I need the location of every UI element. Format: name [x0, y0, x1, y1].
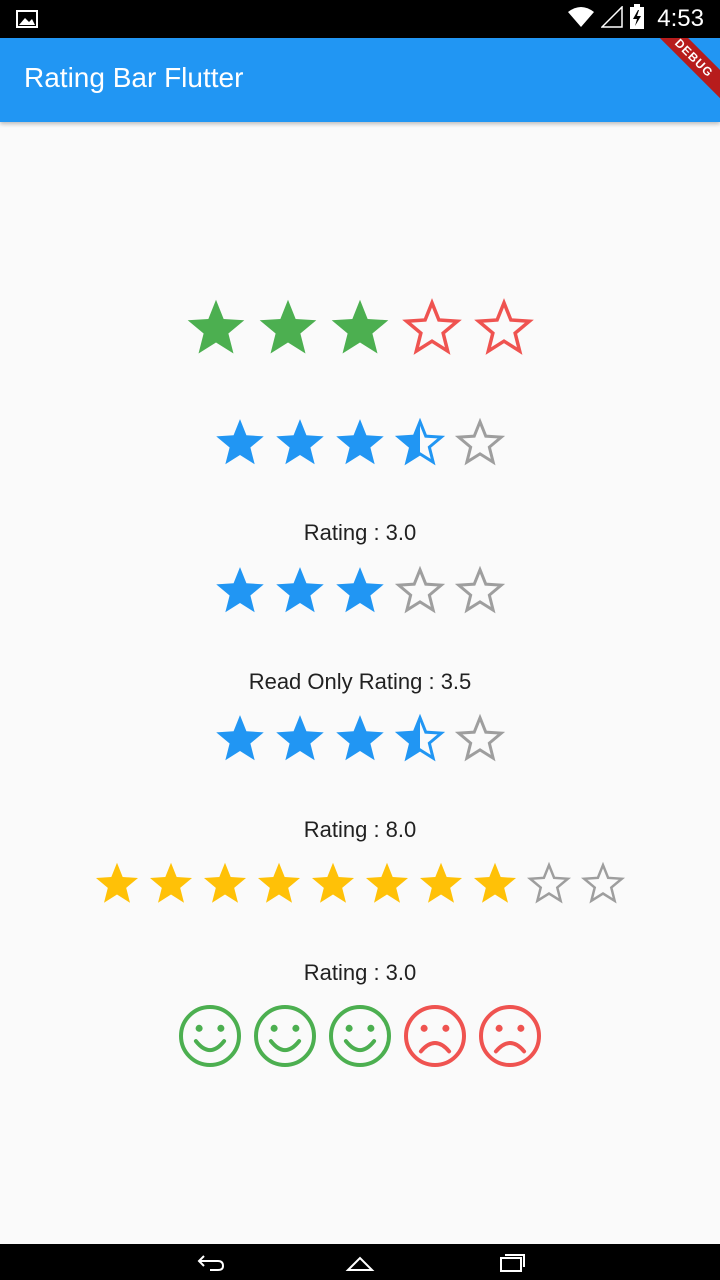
rating-bar-2[interactable]	[0, 416, 720, 468]
star-filled-icon[interactable]	[204, 862, 246, 903]
smiley-happy-icon[interactable]	[179, 1005, 241, 1067]
star-outline-icon[interactable]	[454, 417, 506, 466]
rating-4-svg	[216, 713, 506, 762]
star-filled-icon[interactable]	[474, 862, 516, 903]
navigation-bar	[0, 1244, 720, 1280]
app-bar: Rating Bar Flutter DEBUG	[0, 38, 720, 122]
star-filled-icon[interactable]	[336, 419, 384, 465]
star-outline-icon[interactable]	[526, 861, 572, 904]
rating-label-5: Rating : 8.0	[303, 817, 417, 842]
rating-bar-5[interactable]	[0, 860, 720, 906]
rating-3-svg	[216, 565, 506, 614]
star-filled-icon[interactable]	[366, 862, 408, 903]
star-filled-icon[interactable]	[331, 299, 389, 354]
star-half-icon	[394, 713, 446, 762]
home-icon[interactable]	[345, 1250, 375, 1274]
content: Rating : 3.0 Read Only Rating : 3.5 Rati…	[0, 122, 720, 1244]
status-bar: 4:53	[0, 0, 720, 38]
back-icon[interactable]	[196, 1250, 226, 1274]
rating-bar-3[interactable]	[0, 564, 720, 616]
smiley-happy-icon[interactable]	[254, 1005, 316, 1067]
star-filled-icon[interactable]	[216, 419, 264, 465]
star-outline-icon[interactable]	[454, 565, 506, 614]
star-filled-icon[interactable]	[216, 567, 264, 613]
star-filled-icon[interactable]	[259, 299, 317, 354]
star-filled-icon[interactable]	[258, 862, 300, 903]
page-title: Rating Bar Flutter	[24, 62, 244, 93]
rating-label-4: Read Only Rating : 3.5	[248, 669, 472, 694]
debug-banner: DEBUG	[644, 38, 720, 108]
smiley-sad-icon[interactable]	[479, 1005, 541, 1067]
rating-1-svg	[187, 298, 534, 355]
star-filled-icon[interactable]	[276, 567, 324, 613]
signal-icon	[600, 5, 624, 32]
star-filled-icon[interactable]	[276, 419, 324, 465]
image-icon	[16, 8, 38, 30]
rating-6-svg	[179, 1005, 541, 1067]
star-filled-icon[interactable]	[420, 862, 462, 903]
rating-label-3: Rating : 3.0	[303, 520, 417, 545]
rating-bar-1[interactable]	[0, 296, 720, 358]
star-outline-icon[interactable]	[580, 861, 626, 904]
star-filled-icon[interactable]	[187, 299, 245, 354]
star-filled-icon[interactable]	[312, 862, 354, 903]
rating-label-6: Rating : 3.0	[303, 960, 417, 985]
smiley-rating-bar[interactable]	[0, 1004, 720, 1068]
wifi-icon	[567, 6, 595, 32]
rating-5-svg	[96, 861, 626, 904]
star-filled-icon	[336, 715, 384, 761]
star-outline-icon[interactable]	[402, 298, 462, 355]
star-outline-icon[interactable]	[394, 565, 446, 614]
battery-charging-icon	[629, 4, 645, 34]
status-time: 4:53	[657, 5, 704, 32]
star-outline-icon	[454, 713, 506, 762]
star-outline-icon[interactable]	[474, 298, 534, 355]
smiley-sad-icon[interactable]	[404, 1005, 466, 1067]
star-filled-icon	[276, 715, 324, 761]
rating-2-svg	[216, 417, 506, 466]
star-filled-icon	[216, 715, 264, 761]
status-icons: 4:53	[567, 4, 704, 34]
rating-bar-4-read-only	[0, 712, 720, 764]
star-filled-icon[interactable]	[96, 862, 138, 903]
smiley-happy-icon[interactable]	[329, 1005, 391, 1067]
star-filled-icon[interactable]	[336, 567, 384, 613]
star-filled-icon[interactable]	[150, 862, 192, 903]
recents-icon[interactable]	[497, 1250, 527, 1274]
star-half-icon[interactable]	[394, 417, 446, 466]
